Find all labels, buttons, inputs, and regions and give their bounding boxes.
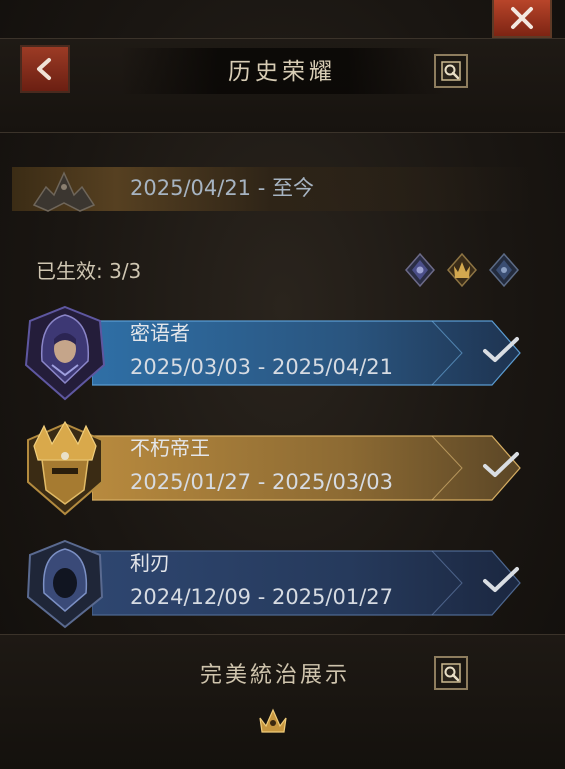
mini-whisperer-badge-icon [405,252,435,288]
header-inspect-button[interactable] [434,54,468,88]
honor-entry-immortal-king[interactable]: 不朽帝王 2025/01/27 - 2025/03/03 [20,420,540,520]
footer-inspect-button[interactable] [434,656,468,690]
entry-date-range: 2025/03/03 - 2025/04/21 [130,355,394,379]
season-emblem-icon [32,171,96,212]
checkmark-icon [483,337,519,362]
entry-name: 不朽帝王 [130,436,210,460]
back-button[interactable] [20,45,70,93]
footer-frame [0,634,565,769]
perfect-rule-display-title: 完美統治展示 [199,663,350,688]
entry-date-range: 2024/12/09 - 2025/01/27 [130,585,394,609]
entry-name: 密语者 [130,321,190,345]
current-date-range: 2025/04/21 - 至今 [130,176,314,200]
close-icon [511,7,533,29]
chevron-left-icon [37,58,51,80]
page-title: 历史荣耀 [228,59,336,85]
entry-date-range: 2025/01/27 - 2025/03/03 [130,470,394,494]
hooded-figure-portrait-icon [26,539,104,629]
checkmark-icon [483,567,519,592]
mini-blade-badge-icon [489,252,519,288]
glory-history-panel: 历史荣耀 2025/04/21 - 至今 已生效: 3/3 密语者 2025/0… [0,0,565,769]
crowned-king-portrait-icon [27,420,103,516]
active-count-label: 已生效: 3/3 [36,259,142,283]
close-button[interactable] [492,0,552,38]
entry-name: 利刃 [130,551,170,575]
mini-king-badge-icon [447,252,477,288]
honor-entry-blade[interactable]: 利刃 2024/12/09 - 2025/01/27 [20,535,540,635]
magnify-scroll-icon [441,663,461,683]
magnify-scroll-icon [441,61,461,81]
hooded-mage-portrait-icon [24,305,106,401]
crown-emblem-icon [259,708,287,733]
honor-entry-whisperer[interactable]: 密语者 2025/03/03 - 2025/04/21 [20,305,540,405]
checkmark-icon [483,452,519,477]
